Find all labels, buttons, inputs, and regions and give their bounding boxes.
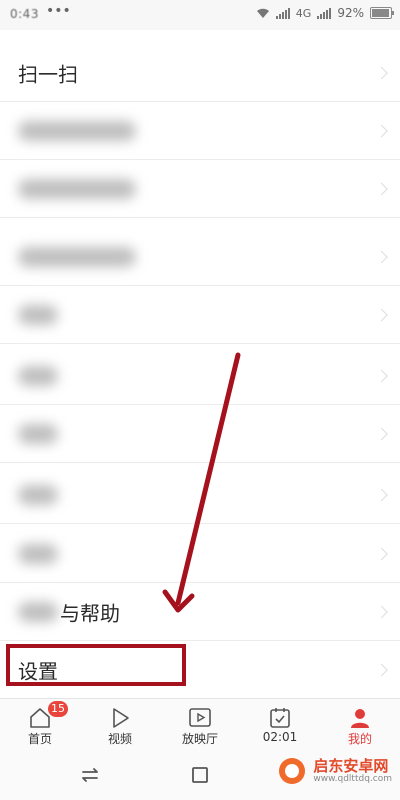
menu-item[interactable]: 扫一扫 xyxy=(0,45,400,102)
menu-item[interactable] xyxy=(0,229,400,286)
person-icon xyxy=(351,709,369,728)
tab-mine[interactable]: 我的 xyxy=(320,699,400,751)
status-right: 4G 92% xyxy=(256,6,394,20)
chevron-right-icon xyxy=(375,250,388,264)
blurred-label xyxy=(18,121,136,141)
chevron-right-icon xyxy=(375,124,388,138)
tab-checkin[interactable]: 02:01 xyxy=(240,699,320,751)
system-nav-bar: 启东安卓网 www.qdlttdq.com xyxy=(0,750,400,800)
watermark-logo-icon xyxy=(279,758,306,784)
menu-item[interactable] xyxy=(0,467,400,524)
recent-apps-icon[interactable] xyxy=(78,763,102,787)
signal-icon-2 xyxy=(317,7,332,19)
menu-item[interactable] xyxy=(0,526,400,583)
blurred-label xyxy=(18,305,58,325)
chevron-right-icon xyxy=(375,427,388,441)
status-time: 0:43 xyxy=(10,7,39,21)
wifi-icon xyxy=(256,8,269,18)
blurred-label xyxy=(18,544,58,564)
play-icon xyxy=(113,708,129,728)
chevron-right-icon xyxy=(375,369,388,383)
tab-mine-label: 我的 xyxy=(347,732,372,746)
signal-icon xyxy=(275,7,290,19)
blurred-label xyxy=(18,366,58,386)
tab-checkin-label: 02:01 xyxy=(262,730,298,744)
tab-bar: 15 首页 视频 放映厅 02:01 我的 xyxy=(0,698,400,751)
blurred-label xyxy=(18,247,136,267)
blurred-label xyxy=(18,485,58,505)
chevron-right-icon xyxy=(375,488,388,502)
chevron-right-icon xyxy=(375,182,388,196)
menu-list: 扫一扫 与帮助 设置 xyxy=(0,30,400,699)
blurred-label xyxy=(18,424,58,444)
menu-item[interactable] xyxy=(0,161,400,218)
tab-theater-label: 放映厅 xyxy=(181,732,218,746)
home-button-icon[interactable] xyxy=(188,763,212,787)
menu-item[interactable] xyxy=(0,103,400,160)
chevron-right-icon xyxy=(375,66,388,80)
watermark-url: www.qdlttdq.com xyxy=(313,774,392,784)
highlight-box xyxy=(6,644,186,686)
tab-home[interactable]: 15 首页 xyxy=(0,699,80,751)
watermark-title: 启东安卓网 xyxy=(313,757,389,775)
battery-icon xyxy=(370,7,394,19)
tab-video-label: 视频 xyxy=(107,732,132,746)
status-bar: 0:43 ••• 4G 92% xyxy=(0,0,400,30)
menu-item[interactable]: 与帮助 xyxy=(0,584,400,641)
tab-theater[interactable]: 放映厅 xyxy=(160,699,240,751)
blurred-label xyxy=(18,179,136,199)
notification-dots: ••• xyxy=(46,3,71,19)
blurred-label xyxy=(18,602,58,622)
chevron-right-icon xyxy=(375,605,388,619)
watermark: 启东安卓网 www.qdlttdq.com xyxy=(277,756,392,786)
menu-item[interactable] xyxy=(0,287,400,344)
menu-item-label: 与帮助 xyxy=(60,601,120,626)
menu-item[interactable] xyxy=(0,348,400,405)
menu-item-label: 扫一扫 xyxy=(18,62,78,87)
menu-item[interactable] xyxy=(0,406,400,463)
chevron-right-icon xyxy=(375,547,388,561)
chevron-right-icon xyxy=(375,308,388,322)
play-box-icon xyxy=(189,708,211,727)
home-badge: 15 xyxy=(48,701,68,717)
tab-video[interactable]: 视频 xyxy=(80,699,160,751)
chevron-right-icon xyxy=(375,663,388,677)
battery-percent: 92% xyxy=(337,6,364,20)
network-type: 4G xyxy=(295,6,312,20)
calendar-check-icon xyxy=(270,708,290,728)
tab-home-label: 首页 xyxy=(27,732,52,746)
